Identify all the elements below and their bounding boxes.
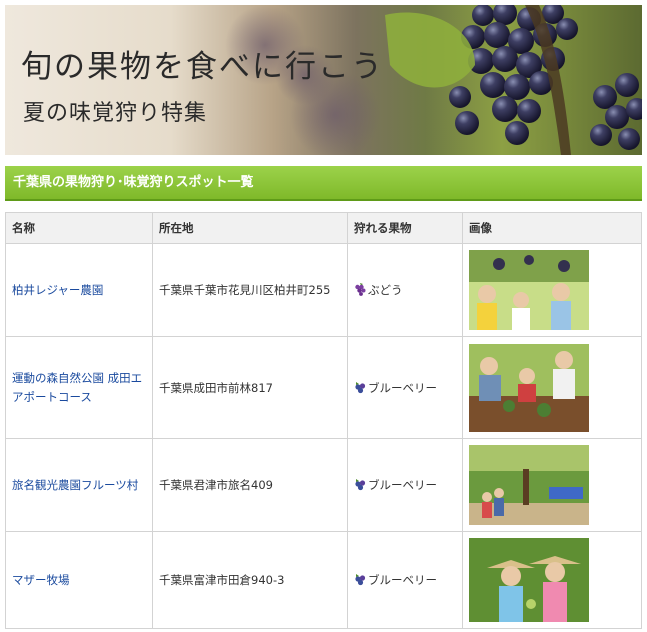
name-cell: マザー牧場 [5,531,153,629]
spot-photo [469,538,589,622]
spot-link[interactable]: マザー牧場 [12,573,70,587]
blueberry-icon [355,381,366,393]
section-heading-bar: 千葉県の果物狩り･味覚狩りスポット一覧 [5,166,642,201]
location-cell: 千葉県君津市旅名409 [152,438,348,532]
grape-icon [355,283,366,296]
fruit-label: ブルーベリー [368,478,437,492]
column-header-fruit: 狩れる果物 [347,212,463,244]
fruit-label: ぶどう [368,283,403,297]
grape-berry [517,99,541,123]
fruit-label: ブルーベリー [368,573,437,587]
table-header-row: 名称 所在地 狩れる果物 画像 [5,212,642,244]
image-cell [462,336,642,439]
location-cell: 千葉県富津市田倉940-3 [152,531,348,629]
grape-berry [493,5,517,25]
blueberry-icon [355,574,366,586]
column-header-location: 所在地 [152,212,348,244]
spots-table: 名称 所在地 狩れる果物 画像 柏井レジャー農園 千葉県千葉市花見川区柏井町25… [5,212,642,629]
grape-berry [590,124,612,146]
fruit-label: ブルーベリー [368,380,437,395]
table-row: マザー牧場 千葉県富津市田倉940-3 ブルーベリー [5,531,642,629]
grape-berry [455,111,479,135]
grape-berry [593,85,617,109]
name-cell: 柏井レジャー農園 [5,243,153,337]
grape-berry [504,74,530,100]
spot-link[interactable]: 旅名観光農園フルーツ村 [12,478,138,492]
blueberry-icon [355,479,366,491]
grape-berry [484,22,510,48]
name-cell: 運動の森自然公園 成田エアポートコース [5,336,153,439]
grape-berry [618,128,640,150]
fruit-cell: ブルーベリー [347,531,463,629]
fruit-cell: ぶどう [347,243,463,337]
column-header-image: 画像 [462,212,642,244]
spot-photo [469,250,589,330]
image-cell [462,531,642,629]
image-cell [462,438,642,532]
spot-link[interactable]: 運動の森自然公園 成田エアポートコース [12,371,142,404]
hero-banner: 旬の果物を食べに行こう 夏の味覚狩り特集 [5,5,642,155]
grape-berry [472,5,494,26]
grape-berry [615,73,639,97]
name-cell: 旅名観光農園フルーツ村 [5,438,153,532]
grape-berry [605,105,629,129]
table-row: 運動の森自然公園 成田エアポートコース 千葉県成田市前林817 ブルーベリー [5,336,642,439]
grape-berry [556,18,578,40]
table-row: 旅名観光農園フルーツ村 千葉県君津市旅名409 ブルーベリー [5,438,642,532]
grape-berry [449,86,471,108]
location-cell: 千葉県千葉市花見川区柏井町255 [152,243,348,337]
fruit-cell: ブルーベリー [347,336,463,439]
spot-link[interactable]: 柏井レジャー農園 [12,283,103,297]
grape-berry [492,96,518,122]
grape-berry [480,72,506,98]
table-row: 柏井レジャー農園 千葉県千葉市花見川区柏井町255 ぶどう [5,243,642,337]
hero-title: 旬の果物を食べに行こう [21,49,384,85]
hero-subtitle: 夏の味覚狩り特集 [23,101,208,126]
fruit-cell: ブルーベリー [347,438,463,532]
grape-berry [492,46,518,72]
location-cell: 千葉県成田市前林817 [152,336,348,439]
image-cell [462,243,642,337]
column-header-name: 名称 [5,212,153,244]
spot-photo [469,445,589,525]
grape-berry [505,121,529,145]
spot-photo [469,343,589,432]
section-heading: 千葉県の果物狩り･味覚狩りスポット一覧 [13,175,254,190]
